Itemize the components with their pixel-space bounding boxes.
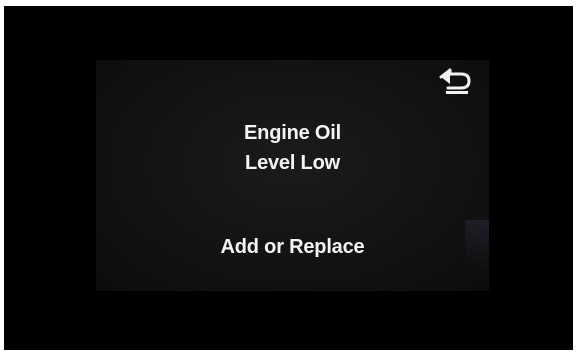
vehicle-info-display: Engine Oil Level Low Add or Replace <box>96 60 489 291</box>
warning-title-line1: Engine Oil <box>244 122 341 144</box>
screen-glare <box>465 220 489 290</box>
photo-frame: Engine Oil Level Low Add or Replace <box>0 0 577 356</box>
action-instruction: Add or Replace <box>220 236 365 258</box>
back-arrow-icon <box>439 68 471 94</box>
back-button[interactable] <box>435 66 475 96</box>
warning-title-line2: Level Low <box>245 152 340 174</box>
